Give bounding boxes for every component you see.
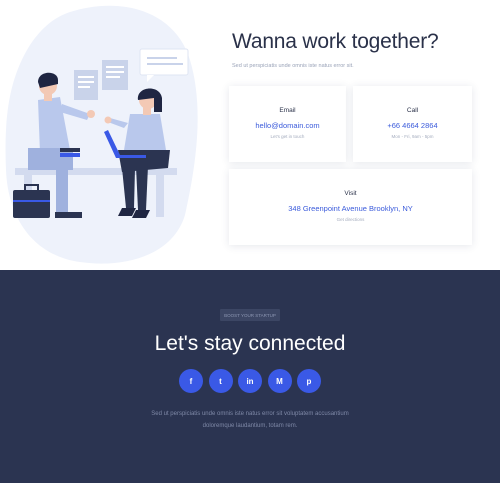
connect-section: BOOST YOUR STARTUP Let's stay connected … xyxy=(0,270,500,483)
connect-text-line-2: doloremque laudantium, totam rem. xyxy=(202,423,298,429)
email-card: Email hello@domain.com Let's get in touc… xyxy=(229,86,346,162)
linkedin-icon[interactable]: in xyxy=(238,369,262,393)
medium-icon[interactable]: M xyxy=(267,369,292,393)
section-badge: BOOST YOUR STARTUP xyxy=(220,309,280,321)
directions-link[interactable]: Get directions xyxy=(229,217,472,222)
call-card: Call +66 4664 2864 Mon - Fri, 9am - 5pm xyxy=(353,86,472,162)
visit-card-title: Visit xyxy=(344,190,357,197)
contact-section: Wanna work together? Sed ut perspiciatis… xyxy=(0,0,500,270)
paper-icon xyxy=(102,60,128,90)
woman-figure xyxy=(124,114,166,150)
connect-description: Sed ut perspiciatis unde omnis iste natu… xyxy=(0,408,500,432)
facebook-icon[interactable]: f xyxy=(179,369,203,393)
contact-subtext: Sed ut perspiciatis unde omnis iste natu… xyxy=(232,63,354,69)
twitter-icon[interactable]: t xyxy=(208,369,233,393)
phone-link[interactable]: +66 4664 2864 xyxy=(353,121,472,130)
chat-bubble-icon xyxy=(139,48,189,76)
teamwork-illustration xyxy=(5,5,198,264)
address-link[interactable]: 348 Greenpoint Avenue Brooklyn, NY xyxy=(229,204,472,213)
connect-text-line-1: Sed ut perspiciatis unde omnis iste natu… xyxy=(151,411,349,417)
connect-title: Let's stay connected xyxy=(154,332,346,355)
email-card-title: Email xyxy=(279,107,296,114)
email-link[interactable]: hello@domain.com xyxy=(229,121,346,130)
visit-card: Visit 348 Greenpoint Avenue Brooklyn, NY… xyxy=(229,169,472,245)
call-card-title: Call xyxy=(406,107,419,114)
email-card-note: Let's get in touch xyxy=(270,134,305,139)
social-links: f t in M p xyxy=(179,369,321,393)
paper-icon xyxy=(74,70,98,100)
page-title: Wanna work together? xyxy=(232,30,439,53)
briefcase-icon xyxy=(13,190,50,218)
call-card-note: Mon - Fri, 9am - 5pm xyxy=(391,134,434,139)
pinterest-icon[interactable]: p xyxy=(297,369,321,393)
background-blob xyxy=(5,5,198,264)
